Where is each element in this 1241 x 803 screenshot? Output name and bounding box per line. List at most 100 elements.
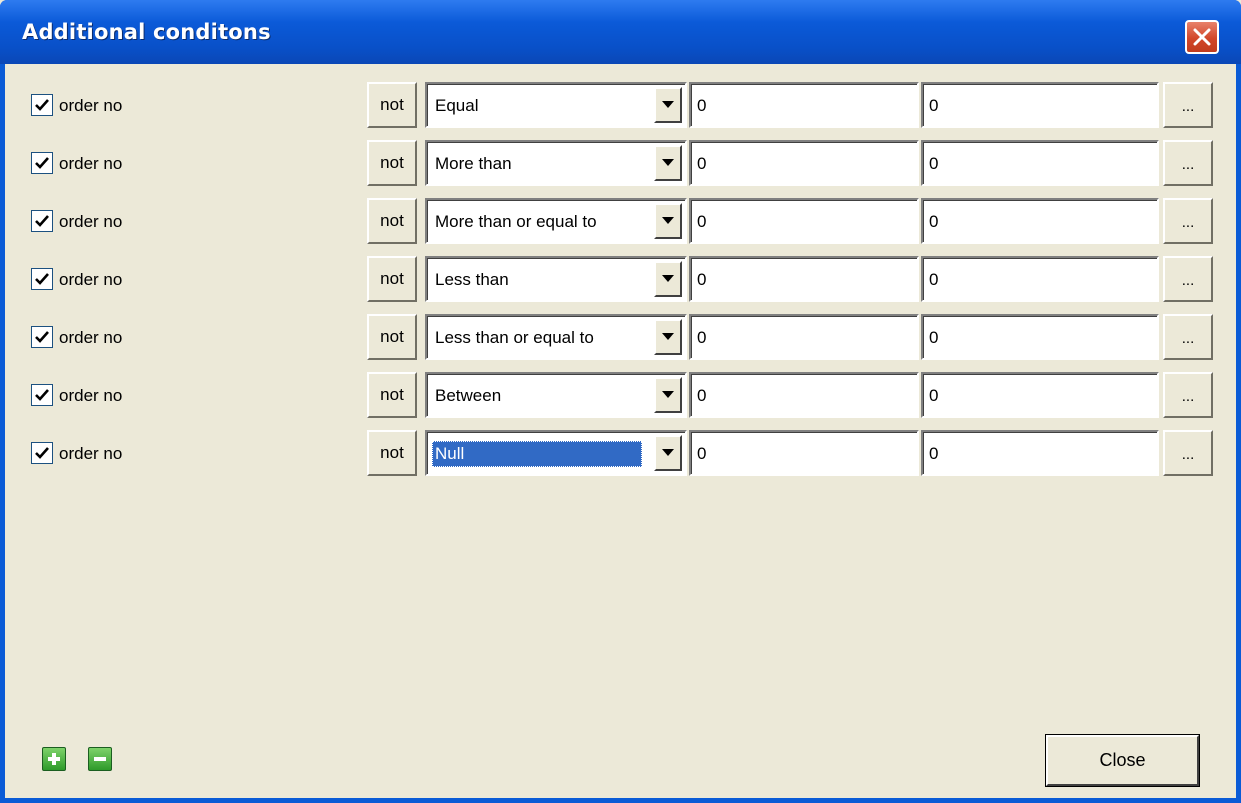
- condition-checkbox[interactable]: [31, 152, 53, 174]
- condition-checkbox[interactable]: [31, 94, 53, 116]
- add-condition-button[interactable]: [42, 747, 66, 771]
- field-name-label: order no: [59, 270, 123, 289]
- condition-checkbox[interactable]: [31, 442, 53, 464]
- not-toggle-button[interactable]: not: [367, 430, 417, 476]
- operator-value: More than or equal to: [435, 212, 597, 231]
- value2-text: 0: [929, 96, 939, 115]
- operator-dropdown[interactable]: More than or equal to: [425, 198, 687, 244]
- operator-dropdown[interactable]: Between: [425, 372, 687, 418]
- dialog-client-area: order no not Equal 0 0... order no not More tha…: [5, 64, 1236, 798]
- field-name-label: order no: [59, 212, 123, 231]
- dropdown-arrow-button[interactable]: [654, 319, 682, 355]
- value1-input[interactable]: 0: [689, 430, 919, 476]
- value2-text: 0: [929, 154, 939, 173]
- dropdown-arrow-button[interactable]: [654, 261, 682, 297]
- chevron-down-icon: [662, 275, 674, 282]
- value2-input[interactable]: 0: [921, 198, 1159, 244]
- not-toggle-button[interactable]: not: [367, 140, 417, 186]
- value1-text: 0: [697, 96, 707, 115]
- not-toggle-button[interactable]: not: [367, 198, 417, 244]
- checkmark-icon: [35, 389, 49, 401]
- operator-value: More than: [435, 154, 512, 173]
- chevron-down-icon: [662, 333, 674, 340]
- operator-value: Equal: [435, 96, 479, 115]
- not-toggle-button[interactable]: not: [367, 314, 417, 360]
- operator-dropdown[interactable]: Less than: [425, 256, 687, 302]
- remove-condition-button[interactable]: [88, 747, 112, 771]
- field-name-label: order no: [59, 328, 123, 347]
- not-toggle-button[interactable]: not: [367, 82, 417, 128]
- operator-value: Less than or equal to: [435, 328, 594, 347]
- value2-text: 0: [929, 386, 939, 405]
- not-toggle-button[interactable]: not: [367, 372, 417, 418]
- value2-input[interactable]: 0: [921, 430, 1159, 476]
- dropdown-arrow-button[interactable]: [654, 435, 682, 471]
- chevron-down-icon: [662, 217, 674, 224]
- value1-text: 0: [697, 154, 707, 173]
- operator-dropdown[interactable]: Less than or equal to: [425, 314, 687, 360]
- title-bar[interactable]: Additional conditons: [0, 0, 1241, 64]
- checkmark-icon: [35, 215, 49, 227]
- operator-value: Between: [435, 386, 502, 405]
- field-name-label: order no: [59, 444, 123, 463]
- browse-button[interactable]: ...: [1163, 314, 1213, 360]
- value2-input[interactable]: 0: [921, 256, 1159, 302]
- checkmark-icon: [35, 273, 49, 285]
- condition-checkbox[interactable]: [31, 326, 53, 348]
- minus-icon: [94, 757, 106, 761]
- dropdown-arrow-button[interactable]: [654, 145, 682, 181]
- value2-input[interactable]: 0: [921, 82, 1159, 128]
- checkmark-icon: [35, 99, 49, 111]
- browse-button[interactable]: ...: [1163, 198, 1213, 244]
- chevron-down-icon: [662, 159, 674, 166]
- value2-text: 0: [929, 270, 939, 289]
- close-icon: [1193, 28, 1211, 46]
- operator-value: Null: [432, 441, 642, 467]
- field-name-label: order no: [59, 96, 123, 115]
- value1-input[interactable]: 0: [689, 82, 919, 128]
- browse-button[interactable]: ...: [1163, 372, 1213, 418]
- chevron-down-icon: [662, 101, 674, 108]
- value1-input[interactable]: 0: [689, 140, 919, 186]
- close-button[interactable]: Close: [1045, 734, 1200, 787]
- value2-text: 0: [929, 328, 939, 347]
- window-title: Additional conditons: [22, 20, 271, 44]
- value1-input[interactable]: 0: [689, 198, 919, 244]
- dropdown-arrow-button[interactable]: [654, 377, 682, 413]
- condition-checkbox[interactable]: [31, 268, 53, 290]
- browse-button[interactable]: ...: [1163, 140, 1213, 186]
- dialog-window: Additional conditons order no not Equal 0 0.…: [0, 0, 1241, 803]
- value1-input[interactable]: 0: [689, 256, 919, 302]
- browse-button[interactable]: ...: [1163, 430, 1213, 476]
- value2-input[interactable]: 0: [921, 372, 1159, 418]
- chevron-down-icon: [662, 391, 674, 398]
- value1-input[interactable]: 0: [689, 314, 919, 360]
- value2-text: 0: [929, 212, 939, 231]
- operator-value: Less than: [435, 270, 509, 289]
- condition-checkbox[interactable]: [31, 210, 53, 232]
- dropdown-arrow-button[interactable]: [654, 87, 682, 123]
- value1-text: 0: [697, 386, 707, 405]
- value1-input[interactable]: 0: [689, 372, 919, 418]
- value2-input[interactable]: 0: [921, 314, 1159, 360]
- browse-button[interactable]: ...: [1163, 256, 1213, 302]
- field-name-label: order no: [59, 154, 123, 173]
- value1-text: 0: [697, 444, 707, 463]
- operator-dropdown[interactable]: Null: [425, 430, 687, 476]
- value2-input[interactable]: 0: [921, 140, 1159, 186]
- condition-checkbox[interactable]: [31, 384, 53, 406]
- not-toggle-button[interactable]: not: [367, 256, 417, 302]
- operator-dropdown[interactable]: More than: [425, 140, 687, 186]
- dropdown-arrow-button[interactable]: [654, 203, 682, 239]
- operator-dropdown[interactable]: Equal: [425, 82, 687, 128]
- value2-text: 0: [929, 444, 939, 463]
- value1-text: 0: [697, 270, 707, 289]
- checkmark-icon: [35, 447, 49, 459]
- value1-text: 0: [697, 328, 707, 347]
- chevron-down-icon: [662, 449, 674, 456]
- value1-text: 0: [697, 212, 707, 231]
- browse-button[interactable]: ...: [1163, 82, 1213, 128]
- checkmark-icon: [35, 331, 49, 343]
- checkmark-icon: [35, 157, 49, 169]
- window-close-button[interactable]: [1185, 20, 1219, 54]
